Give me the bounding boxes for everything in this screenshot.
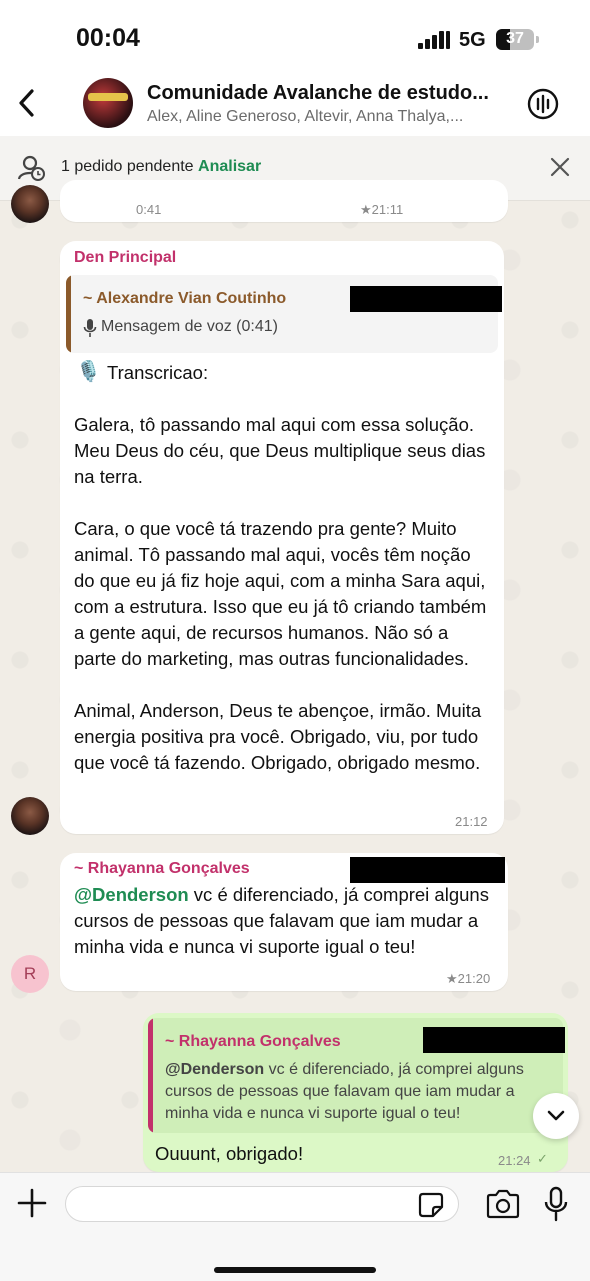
call-icon[interactable] (526, 87, 560, 121)
back-icon[interactable] (16, 88, 38, 118)
message-time: ★21:20 (446, 971, 491, 986)
pending-user-icon (17, 155, 45, 181)
avatar[interactable] (11, 797, 49, 835)
message-bubble-rhayanna: ~ Rhayanna Gonçalves @Denderson vc é dif… (60, 853, 508, 991)
close-icon[interactable] (548, 155, 572, 179)
voice-mic-icon (83, 319, 97, 337)
group-members[interactable]: Alex, Aline Generoso, Altevir, Anna Thal… (147, 108, 492, 126)
quote-text: @Denderson vc é diferenciado, já comprei… (165, 1059, 545, 1125)
redaction-box (423, 1027, 565, 1053)
microphone-emoji-icon: 🎙️ (76, 361, 101, 383)
battery-icon: 37 (496, 29, 534, 50)
message-time: 21:24 (498, 1153, 531, 1168)
quote-text: Mensagem de voz (0:41) (101, 318, 278, 335)
avatar[interactable] (11, 185, 49, 223)
sticker-icon[interactable] (418, 1192, 444, 1218)
sender-name: Den Principal (74, 249, 177, 266)
status-time: 00:04 (76, 24, 140, 52)
redaction-box (350, 857, 505, 883)
chat-header: Comunidade Avalanche de estudo... Alex, … (0, 70, 590, 136)
analyze-link[interactable]: Analisar (198, 158, 261, 175)
message-bubble-previous: 0:41 ★21:11 (60, 180, 508, 222)
battery-level: 37 (506, 30, 524, 47)
message-bubble-outgoing: ~ Rhayanna Gonçalves @Denderson vc é dif… (143, 1013, 568, 1172)
quote-author: ~ Rhayanna Gonçalves (165, 1033, 341, 1050)
pending-label: 1 pedido pendente (61, 158, 194, 175)
message-text: @Denderson vc é diferenciado, já comprei… (74, 882, 500, 960)
pending-text: 1 pedido pendente Analisar (61, 158, 261, 176)
composer-bar (0, 1172, 590, 1281)
mic-icon[interactable] (542, 1186, 570, 1222)
status-bar: 00:04 5G 37 (0, 0, 590, 70)
message-time: 21:12 (455, 814, 488, 829)
battery-cap (536, 36, 539, 43)
signal-icon (418, 31, 450, 49)
group-title[interactable]: Comunidade Avalanche de estudo... (147, 82, 497, 105)
quote-author: ~ Alexandre Vian Coutinho (83, 290, 287, 307)
message-bubble-den: Den Principal ~ Alexandre Vian Coutinho … (60, 241, 504, 834)
avatar[interactable]: R (11, 955, 49, 993)
message-input[interactable] (65, 1186, 459, 1222)
mention[interactable]: @Denderson (74, 884, 189, 905)
scroll-down-button[interactable] (533, 1093, 579, 1139)
camera-icon[interactable] (485, 1189, 521, 1219)
transcript-label: Transcricao: (107, 362, 209, 383)
home-indicator (214, 1267, 376, 1273)
message-text: Ouuunt, obrigado! (155, 1143, 304, 1164)
sender-name: ~ Rhayanna Gonçalves (74, 860, 250, 877)
plus-icon[interactable] (16, 1187, 48, 1219)
message-text: Galera, tô passando mal aqui com essa so… (74, 414, 487, 773)
message-time: ★21:11 (360, 202, 404, 217)
chevron-down-icon (547, 1110, 565, 1121)
quote-mention: @Denderson (165, 1061, 265, 1078)
read-check-icon: ✓ (537, 1151, 548, 1166)
network-label: 5G (459, 29, 486, 51)
group-avatar[interactable] (83, 78, 133, 128)
voice-duration: 0:41 (136, 202, 162, 217)
redaction-box (350, 286, 502, 312)
